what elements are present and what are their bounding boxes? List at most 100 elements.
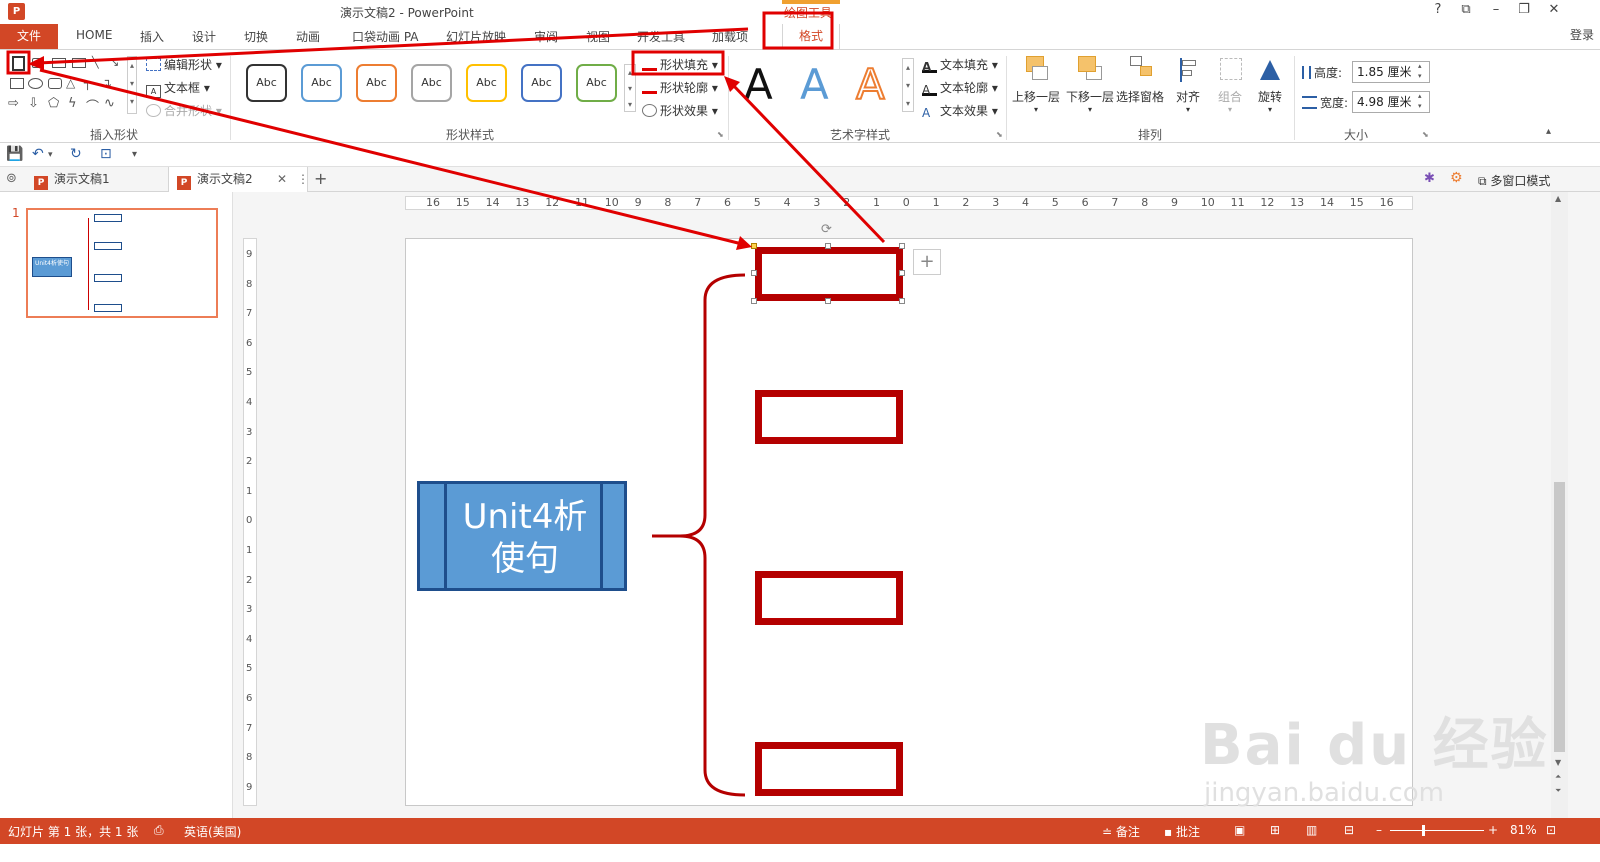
wordart-style-black[interactable]: A xyxy=(744,60,773,109)
edit-shape-button[interactable]: 编辑形状 ▾ xyxy=(146,56,222,73)
tab-animations[interactable]: 动画 xyxy=(296,28,320,45)
zoom-out-icon[interactable]: – xyxy=(1376,823,1382,837)
tab-view[interactable]: 视图 xyxy=(586,28,610,45)
resize-handle-bottom-left[interactable] xyxy=(751,298,757,304)
normal-view-icon[interactable]: ▣ xyxy=(1234,823,1245,837)
shape-style-swatch[interactable]: Abc xyxy=(246,64,287,102)
shape-outline-button[interactable]: 形状轮廓 ▾ xyxy=(642,79,718,96)
login-link[interactable]: 登录 xyxy=(1570,26,1594,43)
tab-addins[interactable]: 加载项 xyxy=(712,28,748,45)
curve-shape-icon[interactable]: ∿ xyxy=(104,96,115,111)
shape-style-swatch[interactable]: Abc xyxy=(411,64,452,102)
shape-style-swatch[interactable]: Abc xyxy=(576,64,617,102)
wordart-style-blue[interactable]: A xyxy=(800,60,829,109)
rectangle-shape-icon[interactable] xyxy=(12,56,25,71)
shape-effects-button[interactable]: 形状效果 ▾ xyxy=(642,102,718,119)
reading-view-icon[interactable]: ▥ xyxy=(1306,823,1317,837)
prev-slide-icon[interactable]: ⏶ xyxy=(1555,772,1561,782)
lightning-shape-icon[interactable]: ϟ xyxy=(68,96,77,111)
ribbon-display-icon[interactable]: ⧉ xyxy=(1452,2,1480,17)
zoom-slider[interactable] xyxy=(1390,830,1484,831)
selected-shape-box-1[interactable] xyxy=(755,247,903,301)
undo-dropdown-icon[interactable]: ▾ xyxy=(48,150,53,160)
text-fill-button[interactable]: A 文本填充 ▾ xyxy=(922,56,998,74)
rounded-rect-shape-icon[interactable] xyxy=(48,78,62,89)
tab-insert[interactable]: 插入 xyxy=(140,28,164,45)
magic-wand-icon[interactable]: ✱ xyxy=(1424,171,1435,186)
spell-check-icon[interactable]: ⎙ xyxy=(154,823,164,838)
zoom-in-icon[interactable]: + xyxy=(1488,823,1498,837)
close-icon[interactable]: ✕ xyxy=(1540,2,1568,17)
slide-thumbnail-1[interactable]: Unit4析使句 xyxy=(26,208,218,318)
close-tab-icon[interactable]: ✕ xyxy=(277,167,287,192)
undo-icon[interactable]: ↶ xyxy=(32,146,44,162)
bring-forward-button[interactable]: 上移一层 ▾ xyxy=(1010,54,1062,114)
zoom-level[interactable]: 81% xyxy=(1510,823,1537,837)
layout-options-icon[interactable]: + xyxy=(913,249,941,275)
slide-sorter-icon[interactable]: ⊞ xyxy=(1270,823,1280,837)
maximize-icon[interactable]: ❐ xyxy=(1510,2,1538,17)
vertical-textbox-shape-icon[interactable] xyxy=(52,58,66,68)
powerpoint-app-icon[interactable]: P xyxy=(8,3,25,20)
textbox-shape-icon[interactable] xyxy=(32,58,44,68)
tab-review[interactable]: 审阅 xyxy=(534,28,558,45)
resize-handle-right[interactable] xyxy=(899,270,905,276)
height-spinner[interactable]: ▴ ▾ xyxy=(1418,61,1422,81)
selection-pane-button[interactable]: 选择窗格 xyxy=(1114,54,1166,105)
text-effects-button[interactable]: A 文本效果 ▾ xyxy=(922,102,998,120)
notes-button[interactable]: ≐ 备注 xyxy=(1102,823,1140,840)
elbow-connector-icon[interactable]: ┐ xyxy=(84,76,91,90)
down-arrow-shape-icon[interactable]: ⇩ xyxy=(28,96,39,111)
save-icon[interactable]: 💾 xyxy=(6,146,23,162)
new-tab-icon[interactable]: + xyxy=(314,169,327,188)
shape-style-swatch[interactable]: Abc xyxy=(356,64,397,102)
shape-fill-button[interactable]: 形状填充 ▾ xyxy=(642,56,718,73)
shape-box-4[interactable] xyxy=(755,742,903,796)
tab-file[interactable]: 文件 xyxy=(0,24,58,49)
zoom-slider-thumb[interactable] xyxy=(1422,825,1425,836)
tab-menu-icon[interactable]: ⋮ xyxy=(297,167,309,192)
wordart-styles-launcher-icon[interactable]: ⬊ xyxy=(996,130,1003,139)
tab-home[interactable]: HOME xyxy=(76,28,112,42)
next-slide-icon[interactable]: ⏷ xyxy=(1555,786,1561,796)
scroll-down-icon[interactable]: ▼ xyxy=(1555,758,1561,767)
table-shape-icon[interactable] xyxy=(72,58,86,68)
tab-slideshow[interactable]: 幻灯片放映 xyxy=(446,28,506,45)
tab-developer[interactable]: 开发工具 xyxy=(637,28,685,45)
scroll-up-icon[interactable]: ▲ xyxy=(1555,194,1561,203)
triangle-shape-icon[interactable]: △ xyxy=(66,76,75,90)
shape-box-2[interactable] xyxy=(755,390,903,444)
collapse-ribbon-icon[interactable]: ▴ xyxy=(1546,126,1551,137)
resize-handle-bottom[interactable] xyxy=(825,298,831,304)
slideshow-view-icon[interactable]: ⊟ xyxy=(1344,823,1354,837)
minimize-icon[interactable]: – xyxy=(1482,2,1510,17)
doc-tab-2[interactable]: P 演示文稿2 ✕ ⋮ xyxy=(168,167,309,192)
resize-handle-bottom-right[interactable] xyxy=(899,298,905,304)
resize-handle-left[interactable] xyxy=(751,270,757,276)
fit-slide-icon[interactable]: ⊡ xyxy=(1546,823,1556,837)
elbow-arrow-icon[interactable]: ↴ xyxy=(102,76,112,90)
tab-transitions[interactable]: 切换 xyxy=(244,28,268,45)
merge-shapes-button[interactable]: 合并形状 ▾ xyxy=(146,102,222,119)
wordart-style-orange-outline[interactable]: A xyxy=(855,59,886,110)
resize-handle-top-right[interactable] xyxy=(899,243,905,249)
text-box-button[interactable]: A 文本框 ▾ xyxy=(146,79,210,98)
pentagon-shape-icon[interactable]: ⬠ xyxy=(48,96,59,111)
send-backward-button[interactable]: 下移一层 ▾ xyxy=(1064,54,1116,114)
resize-handle-top[interactable] xyxy=(825,243,831,249)
settings-gear-icon[interactable]: ⚙ xyxy=(1450,170,1463,186)
width-spinner[interactable]: ▴ ▾ xyxy=(1418,91,1422,111)
main-topic-box[interactable]: Unit4析 使句 xyxy=(417,481,627,591)
shape-style-gallery-scroll[interactable]: ▴ ▾ ▾ xyxy=(624,64,636,112)
shape-box-3[interactable] xyxy=(755,571,903,625)
redo-icon[interactable]: ↻ xyxy=(70,146,82,162)
arrow-shape-icon[interactable]: ↘ xyxy=(110,56,119,69)
rect-shape-icon[interactable] xyxy=(10,78,24,89)
tab-format[interactable]: 格式 xyxy=(782,24,840,49)
language-status[interactable]: 英语(美国) xyxy=(184,823,241,840)
scrollbar-thumb[interactable] xyxy=(1554,482,1565,752)
start-slideshow-icon[interactable]: ⊡ xyxy=(100,146,112,162)
wordart-gallery-scroll[interactable]: ▴ ▾ ▾ xyxy=(902,58,914,112)
multi-window-button[interactable]: ⧉ 多窗口模式 xyxy=(1478,172,1550,189)
help-icon[interactable]: ? xyxy=(1424,2,1452,17)
